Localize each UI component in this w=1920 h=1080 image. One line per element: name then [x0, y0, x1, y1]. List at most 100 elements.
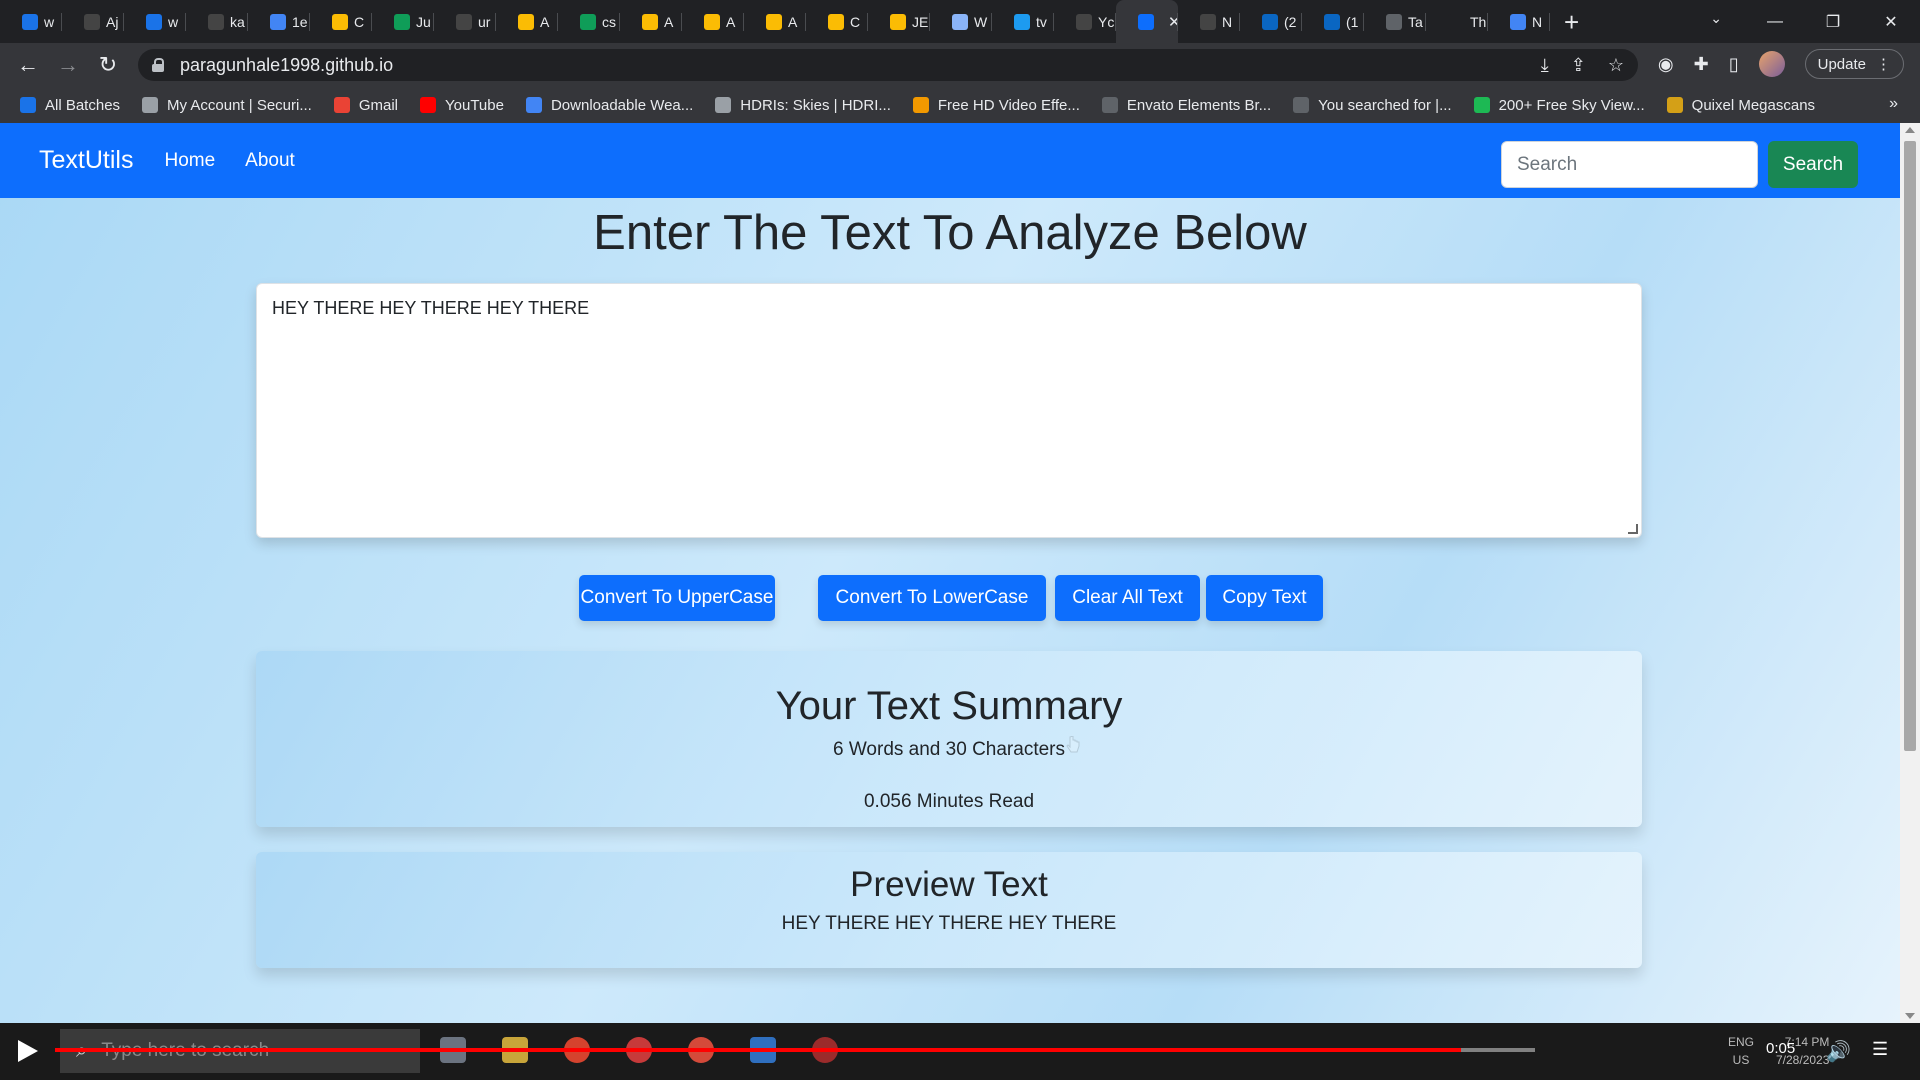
browser-tab[interactable]: Ta: [1364, 0, 1426, 43]
browser-tab[interactable]: Yc: [1054, 0, 1116, 43]
tab-title: (2: [1284, 13, 1297, 30]
convert-uppercase-button[interactable]: Convert To UpperCase: [579, 575, 775, 621]
copy-text-button[interactable]: Copy Text: [1206, 575, 1323, 621]
scrollbar-thumb[interactable]: [1904, 141, 1916, 751]
profile-avatar[interactable]: [1758, 51, 1785, 77]
back-arrow-icon[interactable]: ←: [8, 52, 48, 78]
bookmark-item[interactable]: HDRIs: Skies | HDRI...: [715, 97, 891, 114]
side-panel-icon[interactable]: ▯: [1729, 54, 1739, 75]
bookmark-item[interactable]: My Account | Securi...: [142, 97, 312, 114]
minimize-icon[interactable]: —: [1746, 13, 1804, 31]
tab-title: cs: [602, 13, 616, 30]
cloud-favicon-icon: [1510, 13, 1526, 30]
browser-tab[interactable]: ka: [186, 0, 248, 43]
play-icon[interactable]: [18, 1040, 38, 1062]
page-scrollbar[interactable]: [1900, 123, 1920, 1023]
bookmark-item[interactable]: You searched for |...: [1293, 96, 1452, 114]
browser-tab[interactable]: C: [310, 0, 372, 43]
scroll-up-arrow-icon[interactable]: [1905, 127, 1915, 133]
nav-home-link[interactable]: Home: [164, 150, 215, 172]
bookmark-item[interactable]: 200+ Free Sky View...: [1473, 96, 1645, 114]
tab-search-chevron-icon[interactable]: ⌄: [1710, 10, 1722, 27]
bookmark-item[interactable]: Quixel Megascans: [1666, 97, 1815, 114]
browser-tab[interactable]: (2: [1240, 0, 1302, 43]
search-input[interactable]: [1501, 141, 1758, 188]
word-char-count: 6 Words and 30 Characters: [833, 739, 1065, 760]
browser-tab[interactable]: w: [0, 0, 62, 43]
preview-text: HEY THERE HEY THERE HEY THERE: [781, 913, 1117, 934]
bookmarks-overflow-chevron-icon[interactable]: »: [1889, 95, 1898, 113]
resize-handle-icon[interactable]: [1628, 524, 1638, 534]
browser-tab[interactable]: ur: [434, 0, 496, 43]
text-input-area[interactable]: [256, 283, 1642, 538]
notification-icon[interactable]: ☰: [1872, 1039, 1888, 1060]
convert-lowercase-button[interactable]: Convert To LowerCase: [818, 575, 1046, 621]
video-progress-fill: [55, 1048, 1461, 1052]
browser-tab[interactable]: JE: [868, 0, 930, 43]
bookmark-item[interactable]: YouTube: [420, 97, 504, 114]
browser-tab[interactable]: N: [1178, 0, 1240, 43]
browser-tab[interactable]: 1e: [248, 0, 310, 43]
close-tab-icon[interactable]: ✕: [1168, 13, 1178, 31]
browser-tab[interactable]: w: [124, 0, 186, 43]
video-timecode: 0:05: [1766, 1040, 1796, 1057]
close-window-icon[interactable]: ✕: [1862, 12, 1920, 32]
bookmark-star-icon[interactable]: ☆: [1608, 55, 1624, 76]
video-player-bar: ⌕ Type here to search ENG US 7:14 PM 7/2…: [0, 1023, 1920, 1080]
bookmark-item[interactable]: Free HD Video Effe...: [912, 96, 1080, 114]
bookmark-label: You searched for |...: [1318, 96, 1452, 114]
browser-tab[interactable]: Ju: [372, 0, 434, 43]
browser-tab[interactable]: Aj: [62, 0, 124, 43]
toolbar-right: ◉ ✚ ▯ Update ⋮: [1658, 49, 1904, 79]
lock-icon[interactable]: [152, 58, 164, 72]
volume-icon[interactable]: 🔊: [1826, 1039, 1851, 1064]
bookmark-item[interactable]: Envato Elements Br...: [1101, 97, 1271, 114]
new-tab-plus-icon[interactable]: +: [1564, 9, 1579, 35]
clear-text-button[interactable]: Clear All Text: [1055, 575, 1200, 621]
tab-title: W: [974, 13, 988, 30]
brand-link[interactable]: TextUtils: [39, 146, 133, 175]
lang-code: ENG: [1728, 1035, 1755, 1049]
drive-favicon-icon: [766, 13, 782, 30]
language-indicator[interactable]: ENG US: [1728, 1033, 1754, 1069]
browser-tab[interactable]: (1: [1302, 0, 1364, 43]
sheets-favicon-icon: [394, 13, 410, 30]
bookmark-item[interactable]: Downloadable Wea...: [525, 97, 693, 114]
address-bar[interactable]: paragunhale1998.github.io ⤓ ⇪ ☆: [138, 49, 1638, 81]
nav-about-link[interactable]: About: [245, 150, 295, 172]
tab-title: C: [850, 13, 861, 30]
puzzle-extensions-icon[interactable]: ✚: [1694, 54, 1709, 75]
video-progress-bar[interactable]: [55, 1048, 1535, 1052]
bookmark-item[interactable]: Gmail: [333, 97, 398, 114]
tab-title: (1: [1346, 13, 1359, 30]
install-app-icon[interactable]: ⤓: [1541, 55, 1549, 76]
browser-tab[interactable]: ✕: [1116, 0, 1178, 43]
search-button[interactable]: Search: [1768, 141, 1858, 188]
browser-tab[interactable]: N: [1488, 0, 1550, 43]
browser-tab[interactable]: A: [620, 0, 682, 43]
bookmark-favicon-icon: [1473, 97, 1490, 113]
bookmark-label: 200+ Free Sky View...: [1498, 96, 1645, 114]
update-button[interactable]: Update ⋮: [1804, 49, 1904, 79]
browser-tab[interactable]: Th: [1426, 0, 1488, 43]
bookmark-label: Free HD Video Effe...: [937, 96, 1080, 114]
browser-tab[interactable]: tv: [992, 0, 1054, 43]
browser-tab[interactable]: cs: [558, 0, 620, 43]
scroll-down-arrow-icon[interactable]: [1905, 1013, 1915, 1019]
extension-circle-icon[interactable]: ◉: [1658, 54, 1674, 75]
github-favicon-icon: [1076, 13, 1092, 30]
reload-icon[interactable]: ↻: [88, 52, 128, 78]
omnibox-actions: ⤓ ⇪ ☆: [1541, 55, 1624, 76]
browser-tab[interactable]: A: [682, 0, 744, 43]
restore-icon[interactable]: ❐: [1804, 12, 1862, 32]
page-title: Enter The Text To Analyze Below: [593, 206, 1307, 260]
browser-tab[interactable]: W: [930, 0, 992, 43]
forward-arrow-icon[interactable]: →: [48, 52, 88, 78]
bold-favicon-icon: [1386, 13, 1402, 30]
browser-tab[interactable]: A: [744, 0, 806, 43]
bookmark-item[interactable]: All Batches: [20, 97, 120, 114]
page-viewport: TextUtils Home About Search Enter The Te…: [0, 123, 1900, 1023]
browser-tab[interactable]: C: [806, 0, 868, 43]
browser-tab[interactable]: A: [496, 0, 558, 43]
share-icon[interactable]: ⇪: [1571, 55, 1586, 76]
